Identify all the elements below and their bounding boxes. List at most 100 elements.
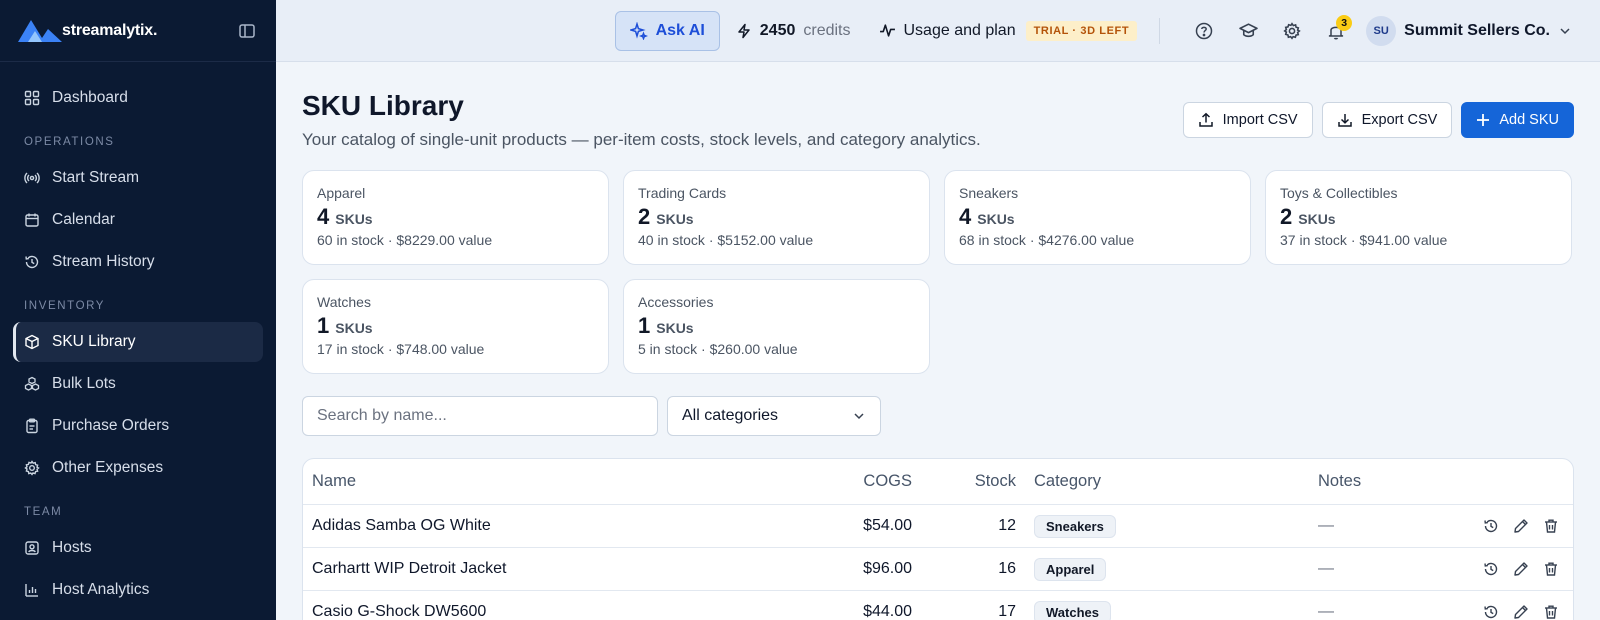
sku-count: 2 [1280, 204, 1293, 229]
account-menu[interactable]: SU Summit Sellers Co. [1366, 15, 1572, 46]
category-count: 2 SKUs [1280, 204, 1557, 230]
table-row[interactable]: Casio G-Shock DW5600 $44.00 17 Watches — [303, 590, 1573, 620]
history-icon[interactable] [1483, 518, 1499, 534]
category-meta: 5 in stock · $260.00 value [638, 341, 798, 357]
contact-icon [25, 541, 39, 555]
sidebar-item-label: Start Stream [52, 169, 139, 186]
usage-and-plan-link[interactable]: Usage and plan [879, 22, 1016, 40]
edit-icon[interactable] [1513, 518, 1529, 534]
import-csv-button[interactable]: Import CSV [1182, 102, 1313, 138]
sidebar-item-calendar[interactable]: Calendar [13, 200, 263, 240]
category-name: Sneakers [959, 185, 1019, 201]
category-meta: 17 in stock · $748.00 value [317, 341, 485, 357]
column-header-notes: Notes [1318, 472, 1362, 490]
sku-cogs: $96.00 [863, 560, 912, 577]
sidebar-section-title: INVENTORY [24, 300, 106, 312]
sidebar-item-hosts[interactable]: Hosts [13, 528, 263, 568]
sku-category-cell: Watches [1025, 600, 1309, 620]
import-csv-label: Import CSV [1222, 112, 1298, 128]
table-row[interactable]: Carhartt WIP Detroit Jacket $96.00 16 Ap… [303, 547, 1573, 590]
category-name: Apparel [317, 185, 366, 201]
category-card-watches[interactable]: Watches 1 SKUs 17 in stock · $748.00 valu… [302, 279, 609, 374]
sidebar-item-label: Bulk Lots [52, 375, 116, 392]
sidebar-item-sku-library[interactable]: SKU Library [13, 322, 263, 362]
category-badge: Sneakers [1034, 514, 1116, 538]
sku-unit: SKUs [335, 211, 373, 227]
sidebar-item-other-expenses[interactable]: Other Expenses [13, 448, 263, 488]
sku-name: Carhartt WIP Detroit Jacket [312, 560, 507, 577]
category-meta: 60 in stock · $8229.00 value [317, 232, 493, 248]
sku-count: 4 [317, 204, 330, 229]
add-sku-button[interactable]: Add SKU [1461, 102, 1574, 138]
export-csv-button[interactable]: Export CSV [1321, 102, 1453, 138]
download-icon [1337, 114, 1352, 127]
column-header-cogs[interactable]: COGS [773, 472, 921, 491]
sidebar-item-label: Hosts [52, 539, 92, 556]
sku-cogs: $44.00 [863, 603, 912, 620]
sku-category-cell: Apparel [1025, 557, 1309, 581]
sidebar-item-label: Calendar [52, 211, 115, 228]
row-actions [1459, 604, 1573, 620]
sidebar-nav: Dashboard OPERATIONS Start Stream Calend… [0, 62, 276, 610]
table-row[interactable]: Adidas Samba OG White $54.00 12 Sneakers… [303, 504, 1573, 547]
sidebar-item-host-analytics[interactable]: Host Analytics [13, 570, 263, 610]
calendar-icon [25, 213, 39, 227]
chevron-down-icon [1560, 27, 1570, 34]
brand-name: streamalytix. [62, 21, 158, 39]
notifications-button[interactable]: 3 [1318, 13, 1354, 49]
history-icon [25, 255, 39, 269]
delete-icon[interactable] [1543, 604, 1559, 620]
sidebar-item-dashboard[interactable]: Dashboard [13, 78, 263, 118]
ask-ai-button[interactable]: Ask AI [614, 10, 720, 51]
plus-icon [1477, 114, 1490, 126]
credits-value: 2450 [759, 21, 796, 39]
table-header-row: Name COGS Stock Category Notes [303, 459, 1573, 504]
delete-icon[interactable] [1543, 518, 1559, 534]
main-content: SKU Library Your catalog of single-unit … [276, 62, 1600, 620]
sku-stock: 12 [998, 517, 1016, 534]
sidebar-item-bulk-lots[interactable]: Bulk Lots [13, 364, 263, 404]
category-badge: Apparel [1034, 557, 1107, 581]
sidebar-item-label: Host Analytics [52, 581, 150, 598]
sku-notes: — [1318, 603, 1334, 620]
lightning-icon [738, 23, 750, 38]
column-header-category[interactable]: Category [1025, 472, 1309, 491]
settings-button[interactable] [1274, 13, 1310, 49]
history-icon[interactable] [1483, 561, 1499, 577]
sidebar-toggle-icon[interactable] [236, 20, 258, 42]
edit-icon[interactable] [1513, 604, 1529, 620]
learn-button[interactable] [1230, 13, 1266, 49]
topbar-divider [1159, 17, 1161, 44]
sidebar-item-label: SKU Library [52, 333, 136, 350]
bar-chart-icon [25, 584, 38, 597]
sidebar-item-start-stream[interactable]: Start Stream [13, 158, 263, 198]
column-header-stock[interactable]: Stock [921, 472, 1025, 491]
category-card-toys-collectibles[interactable]: Toys & Collectibles 2 SKUs 37 in stock · … [1265, 170, 1572, 265]
history-icon[interactable] [1483, 604, 1499, 620]
category-card-accessories[interactable]: Accessories 1 SKUs 5 in stock · $260.00 v… [623, 279, 930, 374]
category-card-trading-cards[interactable]: Trading Cards 2 SKUs 40 in stock · $5152.… [623, 170, 930, 265]
sku-unit: SKUs [1298, 211, 1336, 227]
delete-icon[interactable] [1543, 561, 1559, 577]
help-button[interactable] [1186, 13, 1222, 49]
broadcast-icon [24, 172, 40, 184]
credits-unit: credits [803, 21, 851, 39]
page-title: SKU Library [302, 90, 464, 121]
upload-icon [1198, 112, 1213, 127]
edit-icon[interactable] [1513, 561, 1529, 577]
category-card-sneakers[interactable]: Sneakers 4 SKUs 68 in stock · $4276.00 va… [944, 170, 1251, 265]
sku-count: 4 [959, 204, 972, 229]
category-card-apparel[interactable]: Apparel 4 SKUs 60 in stock · $8229.00 val… [302, 170, 609, 265]
column-header-name[interactable]: Name [303, 472, 773, 491]
row-actions [1459, 518, 1573, 534]
page-header: SKU Library Your catalog of single-unit … [302, 62, 1574, 170]
brand-logo [18, 19, 62, 42]
sidebar: streamalytix. Dashboard OPERATIONS Start… [0, 0, 276, 620]
sidebar-item-label: Purchase Orders [52, 417, 170, 434]
category-select[interactable]: All categories [667, 396, 881, 436]
account-name: Summit Sellers Co. [1404, 21, 1550, 39]
graduation-cap-icon [1238, 23, 1258, 38]
search-input[interactable] [302, 396, 658, 436]
sidebar-item-purchase-orders[interactable]: Purchase Orders [13, 406, 263, 446]
sidebar-item-stream-history[interactable]: Stream History [13, 242, 263, 282]
